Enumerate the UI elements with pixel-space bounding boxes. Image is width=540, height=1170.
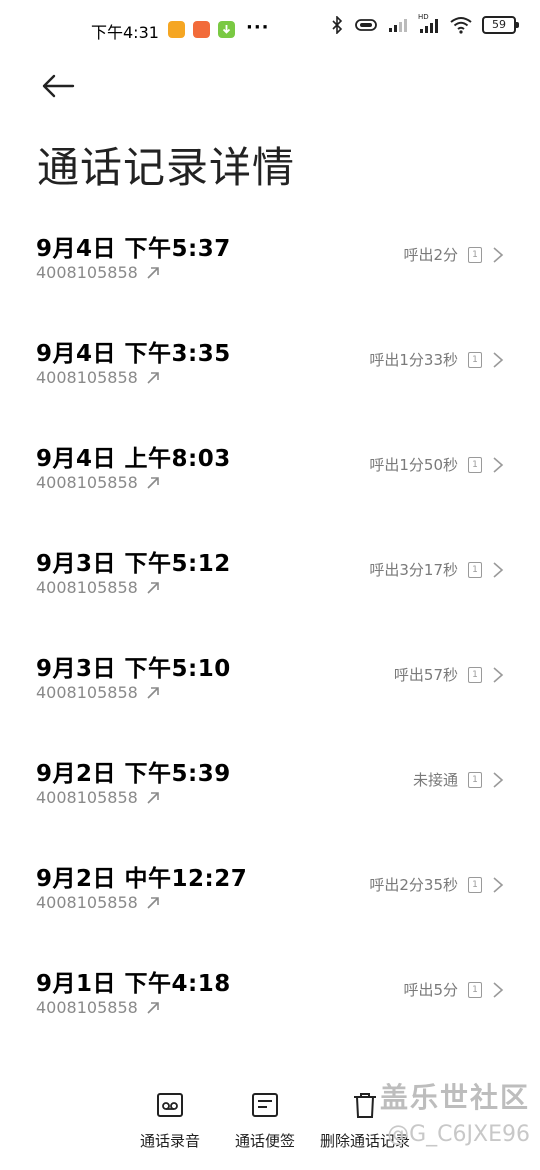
call-number: 4008105858 (36, 893, 138, 912)
call-datetime: 9月3日 下午5:10 (36, 656, 231, 682)
call-duration: 呼出1分33秒 (369, 351, 458, 369)
green-download-icon (218, 21, 235, 38)
chevron-right-icon (493, 666, 504, 683)
outgoing-call-icon (147, 686, 159, 699)
outgoing-call-icon (147, 371, 159, 384)
call-notes-button[interactable]: 通话便签 (215, 1088, 315, 1151)
call-duration: 呼出2分 (403, 246, 458, 264)
call-duration: 呼出1分50秒 (369, 456, 458, 474)
call-number-row: 4008105858 (36, 473, 160, 492)
call-number: 4008105858 (36, 578, 138, 597)
call-duration: 呼出3分17秒 (369, 561, 458, 579)
call-detail: 呼出2分35秒 1 (369, 874, 504, 895)
call-log-item[interactable]: 9月4日 上午8:03 4008105858 呼出1分50秒 1 (0, 420, 540, 525)
back-button[interactable] (38, 66, 78, 106)
sim-card-icon: 1 (468, 876, 482, 893)
call-datetime: 9月4日 上午8:03 (36, 446, 231, 472)
call-log-item[interactable]: 9月3日 下午5:10 4008105858 呼出57秒 1 (0, 630, 540, 735)
call-number-row: 4008105858 (36, 998, 160, 1017)
chevron-right-icon (493, 561, 504, 578)
call-datetime: 9月4日 下午3:35 (36, 341, 231, 367)
outgoing-call-icon (147, 476, 159, 489)
chevron-right-icon (493, 351, 504, 368)
sim-card-icon: 1 (468, 561, 482, 578)
note-icon (252, 1093, 278, 1117)
call-log-item[interactable]: 9月1日 下午4:18 4008105858 呼出5分 1 (0, 945, 540, 1050)
status-indicators: HD 59 (330, 13, 519, 34)
sim-card-icon: 1 (468, 666, 482, 683)
call-number: 4008105858 (36, 683, 138, 702)
outgoing-call-icon (147, 896, 159, 909)
call-number-row: 4008105858 (36, 788, 160, 807)
call-number-row: 4008105858 (36, 263, 160, 282)
vibrate-icon (355, 19, 377, 31)
call-notes-label: 通话便签 (234, 1132, 295, 1150)
signal-icon (389, 19, 407, 32)
sim-card-icon: 1 (468, 981, 482, 998)
call-datetime: 9月2日 中午12:27 (36, 866, 248, 892)
call-datetime: 9月3日 下午5:12 (36, 551, 231, 577)
call-detail: 未接通 1 (413, 769, 504, 790)
call-detail: 呼出3分17秒 1 (369, 559, 504, 580)
call-number: 4008105858 (36, 368, 138, 387)
chevron-right-icon (493, 876, 504, 893)
call-log-item[interactable]: 9月3日 下午5:12 4008105858 呼出3分17秒 1 (0, 525, 540, 630)
call-datetime: 9月2日 下午5:39 (36, 761, 231, 787)
bottom-action-bar: 通话录音 通话便签 删除通话记录 (0, 1080, 540, 1160)
call-datetime: 9月1日 下午4:18 (36, 971, 231, 997)
outgoing-call-icon (147, 266, 159, 279)
trash-icon (354, 1093, 376, 1118)
call-log-list: 9月4日 下午5:37 4008105858 呼出2分 1 9月4日 下午3:3… (0, 210, 540, 1050)
outgoing-call-icon (147, 581, 159, 594)
chevron-right-icon (493, 771, 504, 788)
sim-card-icon: 1 (468, 246, 482, 263)
delete-call-log-label: 删除通话记录 (319, 1132, 410, 1150)
call-detail: 呼出1分50秒 1 (369, 454, 504, 475)
red-app-icon (193, 21, 210, 38)
call-recording-label: 通话录音 (139, 1132, 200, 1150)
battery-icon: 59 (482, 16, 519, 34)
call-recording-button[interactable]: 通话录音 (120, 1088, 220, 1151)
status-bar: 下午4:31 ··· HD 59 (0, 0, 540, 60)
call-number-row: 4008105858 (36, 893, 160, 912)
call-log-item[interactable]: 9月2日 中午12:27 4008105858 呼出2分35秒 1 (0, 840, 540, 945)
chevron-right-icon (493, 981, 504, 998)
call-duration: 呼出5分 (403, 981, 458, 999)
call-detail: 呼出57秒 1 (394, 664, 504, 685)
status-time: 下午4:31 (91, 23, 159, 42)
call-number-row: 4008105858 (36, 578, 160, 597)
hd-signal-icon: HD (418, 13, 440, 34)
call-duration: 呼出57秒 (393, 666, 458, 684)
call-number: 4008105858 (36, 788, 138, 807)
call-duration: 呼出2分35秒 (369, 876, 458, 894)
call-detail: 呼出2分 1 (403, 244, 504, 265)
call-duration: 未接通 (412, 771, 458, 789)
chevron-right-icon (493, 456, 504, 473)
delete-call-log-button[interactable]: 删除通话记录 (315, 1088, 415, 1151)
call-log-item[interactable]: 9月4日 下午5:37 4008105858 呼出2分 1 (0, 210, 540, 315)
page-title: 通话记录详情 (37, 143, 296, 192)
more-notifications-icon: ··· (246, 17, 270, 38)
orange-app-icon (168, 21, 185, 38)
call-datetime: 9月4日 下午5:37 (36, 236, 231, 262)
wifi-icon (450, 17, 472, 34)
sim-card-icon: 1 (468, 456, 482, 473)
call-number: 4008105858 (36, 263, 138, 282)
back-arrow-icon (42, 74, 75, 98)
call-log-item[interactable]: 9月2日 下午5:39 4008105858 未接通 1 (0, 735, 540, 840)
call-detail: 呼出5分 1 (403, 979, 504, 1000)
chevron-right-icon (493, 246, 504, 263)
outgoing-call-icon (147, 791, 159, 804)
outgoing-call-icon (147, 1001, 159, 1014)
bluetooth-icon (332, 16, 343, 34)
call-number: 4008105858 (36, 473, 138, 492)
sim-card-icon: 1 (468, 771, 482, 788)
sim-card-icon: 1 (468, 351, 482, 368)
call-number-row: 4008105858 (36, 368, 160, 387)
call-number: 4008105858 (36, 998, 138, 1017)
call-detail: 呼出1分33秒 1 (369, 349, 504, 370)
call-log-item[interactable]: 9月4日 下午3:35 4008105858 呼出1分33秒 1 (0, 315, 540, 420)
call-number-row: 4008105858 (36, 683, 160, 702)
recording-icon (157, 1093, 183, 1117)
